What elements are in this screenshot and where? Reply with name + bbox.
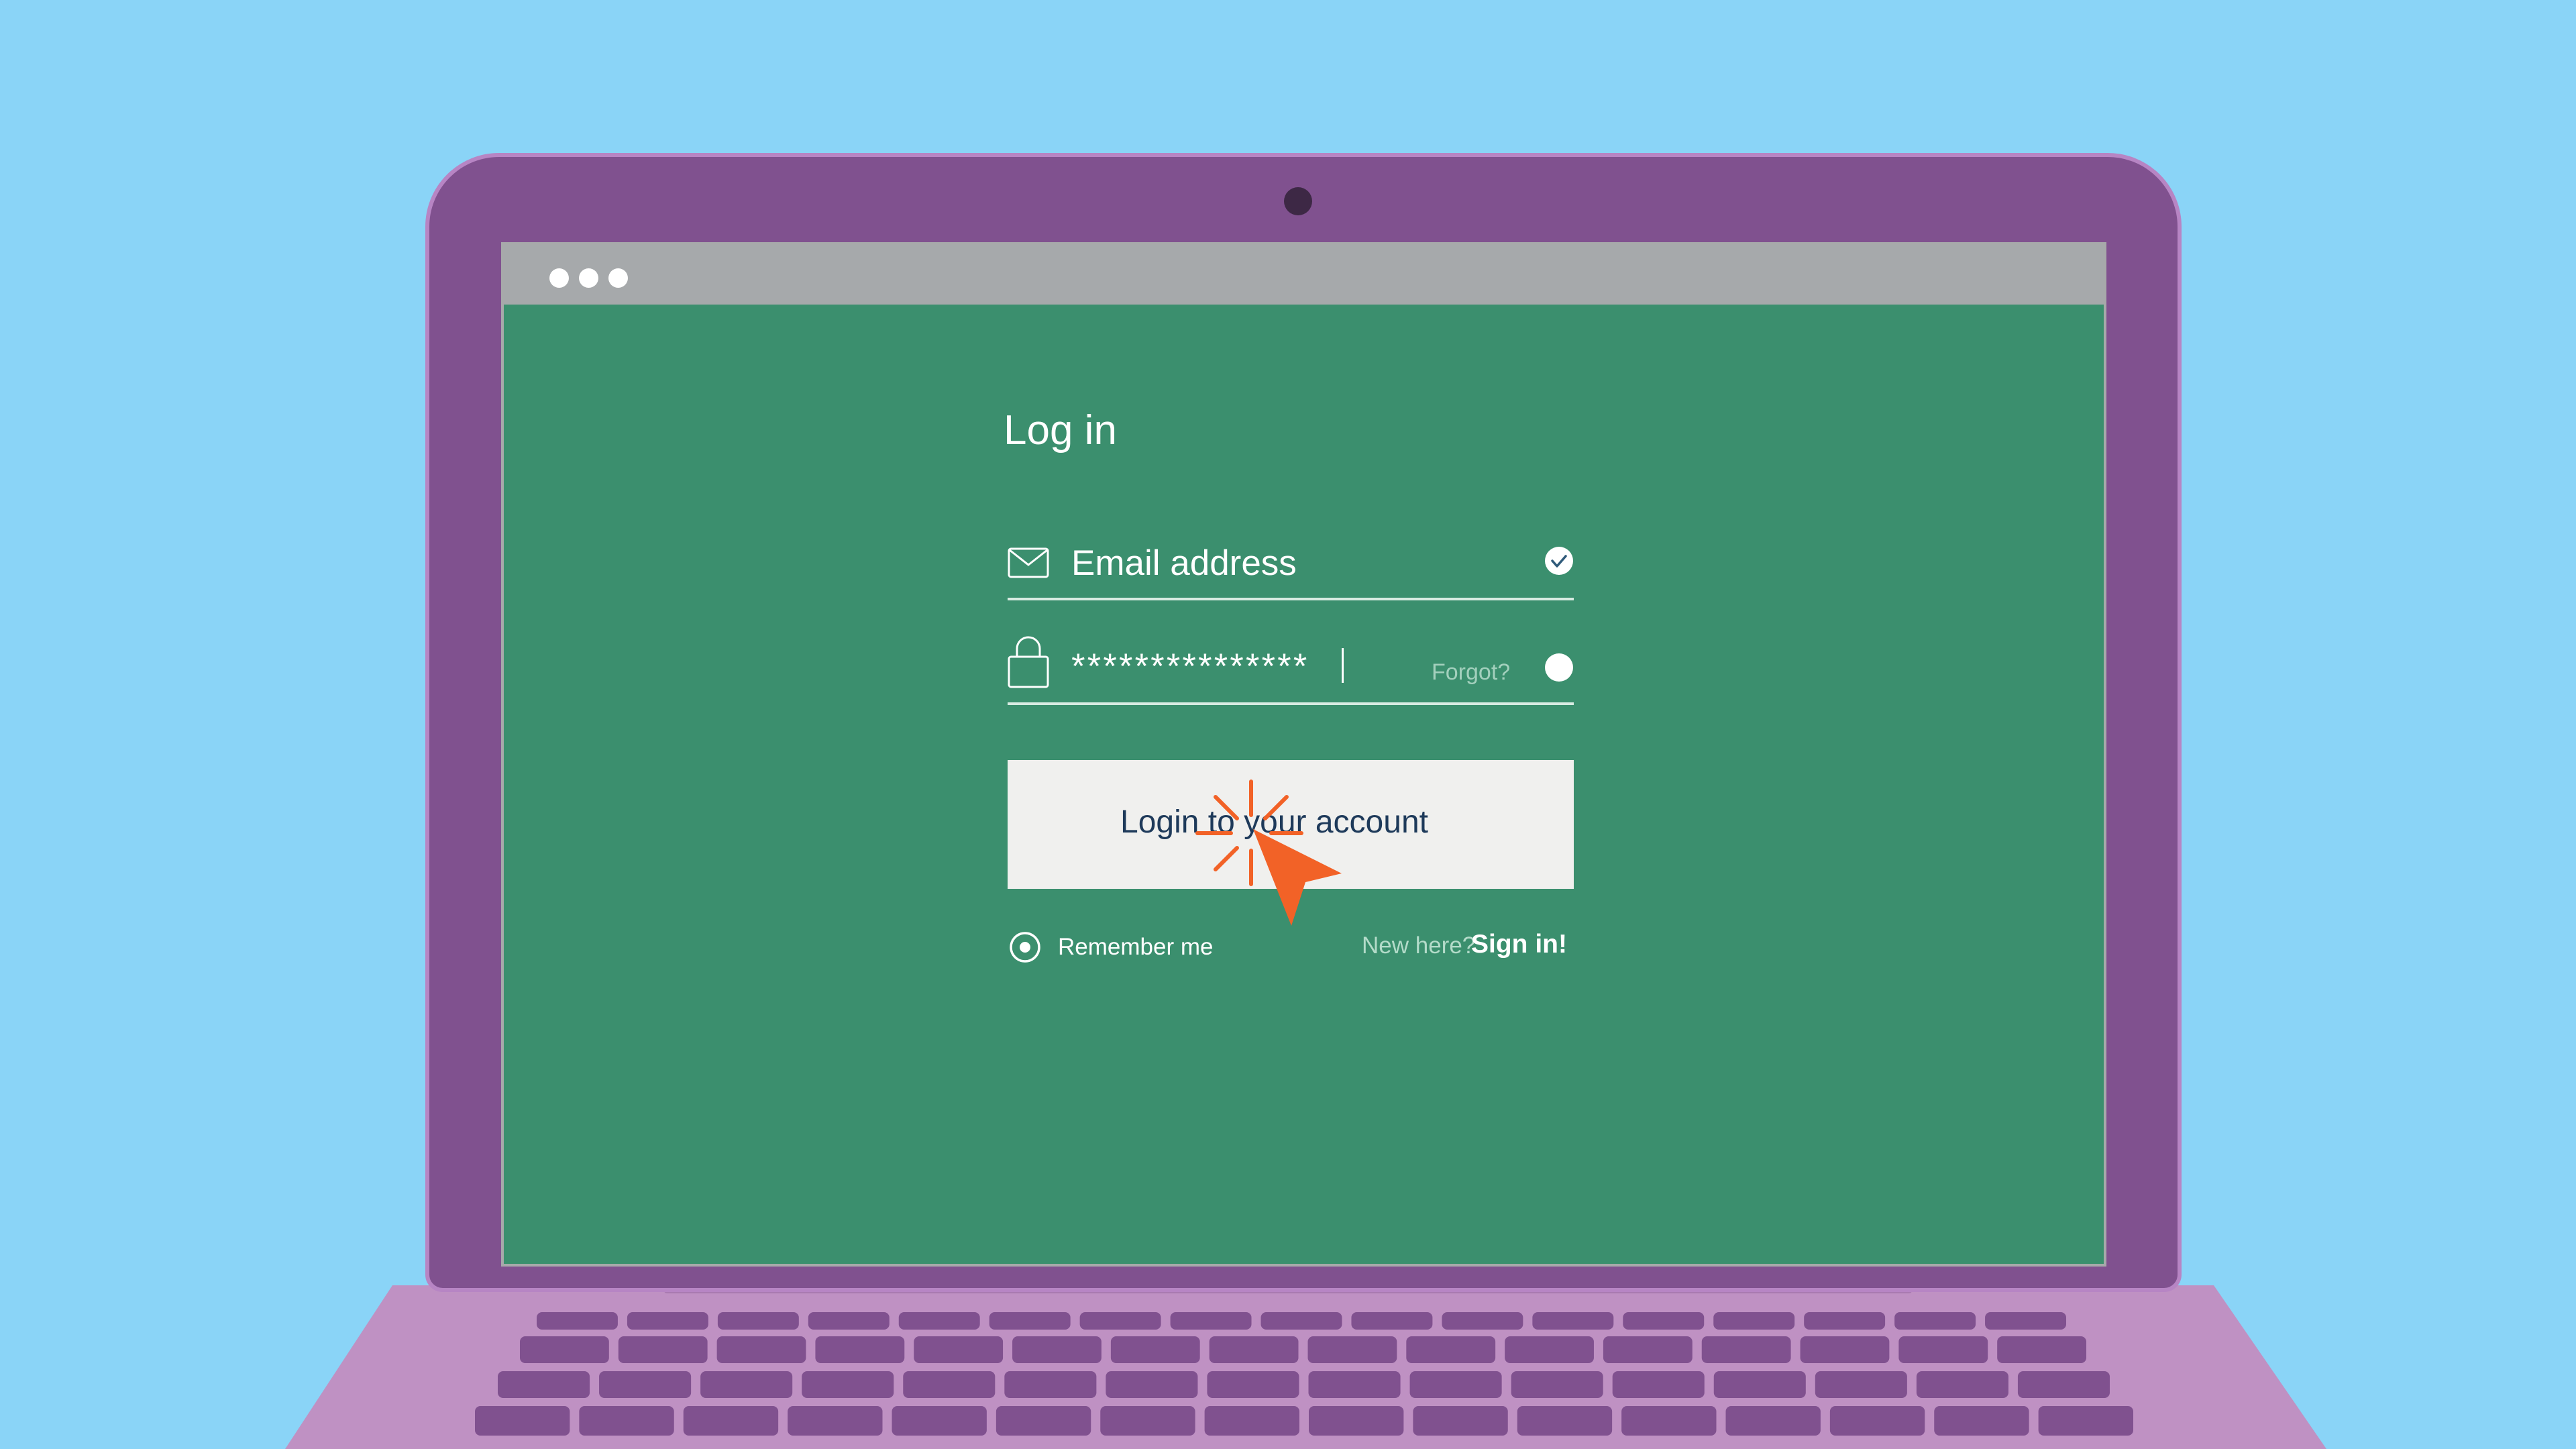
window-close-dot[interactable] [549,268,569,288]
keyboard-key [1713,1371,1806,1398]
check-icon [1545,547,1573,575]
keyboard-key [716,1336,806,1363]
keyboard-key [1209,1336,1299,1363]
keyboard-key [520,1336,609,1363]
keyboard-key [1725,1406,1821,1436]
new-here-text: New here? [1362,932,1476,959]
keyboard-key [1804,1312,1886,1330]
keyboard-key [1603,1336,1693,1363]
keyboard-key [1100,1406,1195,1436]
keyboard-key [1204,1406,1299,1436]
mouse-pointer-icon [1253,829,1342,926]
keyboard-key [618,1336,708,1363]
keyboard-key [2017,1371,2110,1398]
keyboard-key [1612,1371,1705,1398]
window-minimize-dot[interactable] [579,268,598,288]
keyboard-key [1505,1336,1594,1363]
keyboard-key [683,1406,779,1436]
keyboard-key [1170,1312,1252,1330]
keyboard-key [1079,1312,1161,1330]
keyboard-key [579,1406,674,1436]
keyboard-key [1004,1371,1097,1398]
keyboard-key [989,1312,1071,1330]
keyboard-key [1260,1312,1342,1330]
keyboard-key [1106,1371,1198,1398]
webcam [1284,187,1312,215]
window-titlebar [504,245,2104,305]
window-maximize-dot[interactable] [608,268,628,288]
keyboard-key [1815,1371,1907,1398]
keyboard-key [1413,1406,1508,1436]
keyboard-key [1894,1312,1976,1330]
keyboard-key [2038,1406,2133,1436]
keyboard-key [498,1371,590,1398]
email-field[interactable]: Email address [1071,543,1297,584]
keyboard-key [1916,1371,2008,1398]
keyboard-key [1409,1371,1502,1398]
keyboard-key [898,1312,980,1330]
keyboard-key [1110,1336,1200,1363]
keyboard-key [892,1406,987,1436]
password-status-indicator [1545,653,1573,682]
keyboard-key [1308,1371,1401,1398]
screen [501,242,2106,1267]
keyboard-key [808,1312,890,1330]
envelope-icon [1008,547,1049,578]
keyboard-key [1701,1336,1791,1363]
keyboard-key [1207,1371,1299,1398]
keyboard-key [599,1371,692,1398]
keyboard-key [1898,1336,1988,1363]
remember-me-label[interactable]: Remember me [1058,934,1213,961]
laptop-base [285,1285,2326,1449]
keyboard-key [1517,1406,1613,1436]
keyboard-key [903,1371,996,1398]
keyboard-key [1985,1312,2066,1330]
keyboard-key [1406,1336,1496,1363]
keyboard-key [815,1336,905,1363]
forgot-password-link[interactable]: Forgot? [1432,659,1510,686]
password-underline [1008,702,1574,705]
keyboard-key [1713,1312,1795,1330]
page-title: Log in [1004,407,1117,453]
keyboard-key [1012,1336,1102,1363]
click-burst-icon [1195,780,1342,926]
email-underline [1008,598,1574,600]
keyboard-key [1309,1406,1404,1436]
remember-me-radio[interactable] [1008,930,1042,964]
keyboard-key [717,1312,799,1330]
keyboard-key [914,1336,1004,1363]
keyboard-key [1511,1371,1603,1398]
illustration-scene: Log in Email address *************** For… [0,0,2576,1449]
sign-in-link[interactable]: Sign in! [1471,930,1567,959]
keyboard-key [627,1312,708,1330]
lock-icon [1008,636,1049,688]
keyboard-key [1623,1312,1705,1330]
keyboard-key [788,1406,883,1436]
keyboard-key [1997,1336,2086,1363]
keyboard-key [1307,1336,1397,1363]
keyboard-key [1442,1312,1523,1330]
keyboard-key [1532,1312,1614,1330]
keyboard-key [700,1371,793,1398]
keyboard-key [1934,1406,2029,1436]
keyboard-key [537,1312,618,1330]
keyboard-key [802,1371,894,1398]
password-field[interactable]: *************** [1071,646,1309,687]
keyboard-key [475,1406,570,1436]
keyboard-key [996,1406,1091,1436]
keyboard-key [1621,1406,1717,1436]
text-caret [1342,648,1344,683]
keyboard-key [1829,1406,1925,1436]
keyboard-key [1800,1336,1890,1363]
keyboard-key [1351,1312,1433,1330]
